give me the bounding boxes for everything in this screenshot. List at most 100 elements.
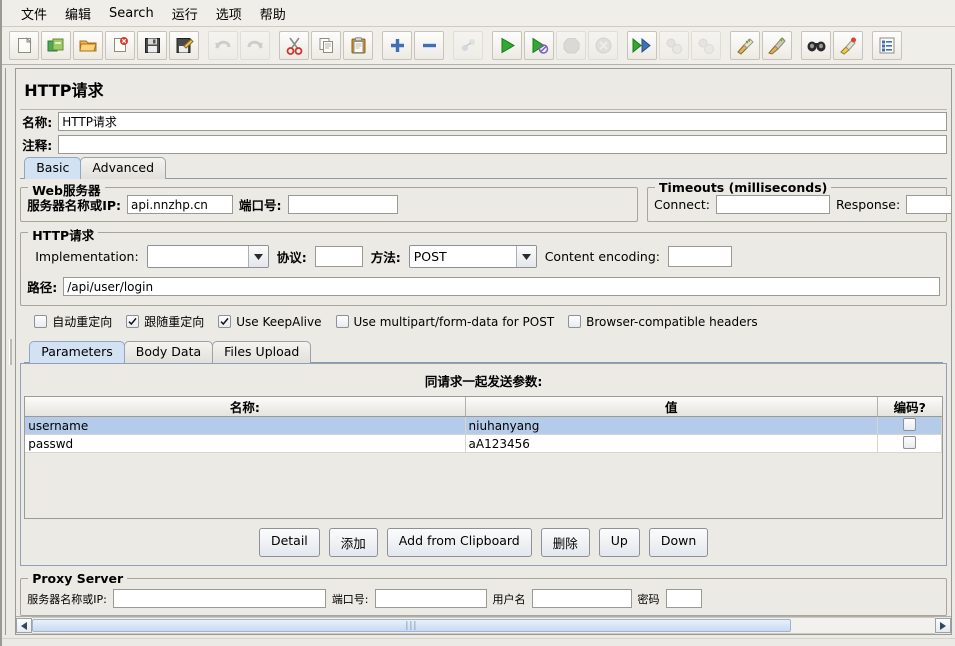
timeouts-group: Timeouts (milliseconds) Connect: Respons…	[647, 180, 952, 222]
redo-icon	[240, 31, 270, 60]
table-row[interactable]: username niuhanyang	[25, 416, 943, 435]
parameters-caption: 同请求一起发送参数:	[424, 374, 543, 389]
save-icon[interactable]	[137, 31, 167, 60]
remote-stop-all-icon	[659, 31, 689, 60]
templates-icon[interactable]	[41, 31, 71, 60]
cell-param-value[interactable]: aA123456	[465, 434, 878, 453]
checkbox-auto-redirect[interactable]: 自动重定向	[34, 313, 112, 330]
save-as-icon[interactable]	[169, 31, 199, 60]
add-from-clipboard-button[interactable]: Add from Clipboard	[386, 528, 532, 557]
tab-files-upload[interactable]: Files Upload	[212, 341, 312, 363]
scroll-right-icon[interactable]	[935, 618, 952, 633]
expand-all-icon[interactable]	[382, 31, 412, 60]
request-options-row: 自动重定向 跟随重定向 Use KeepAlive Use multipart/…	[20, 306, 947, 335]
tab-body-data[interactable]: Body Data	[123, 341, 214, 363]
cell-param-value[interactable]: niuhanyang	[465, 416, 878, 435]
remote-start-all-icon[interactable]	[627, 31, 657, 60]
tab-parameters[interactable]: Parameters	[29, 341, 125, 363]
reset-search-icon[interactable]	[833, 31, 863, 60]
checkbox-box[interactable]	[335, 315, 349, 328]
menu-file[interactable]: 文件	[12, 2, 56, 25]
tab-advanced[interactable]: Advanced	[80, 157, 167, 179]
scrollbar-track[interactable]: |||	[32, 617, 936, 634]
collapse-all-icon[interactable]	[414, 31, 444, 60]
protocol-input[interactable]	[314, 246, 363, 267]
parameters-table-wrap: 名称: 值 编码? username niuhanyang passwd aA1…	[24, 396, 944, 519]
connect-timeout-input[interactable]	[715, 195, 830, 214]
cell-param-name[interactable]: username	[25, 416, 466, 435]
http-request-group-title: HTTP请求	[28, 225, 99, 244]
method-select[interactable]: POST	[408, 245, 537, 268]
checkbox-box[interactable]	[34, 315, 48, 328]
checkbox-box[interactable]	[902, 435, 916, 449]
server-name-input[interactable]	[127, 195, 234, 214]
table-header-row: 名称: 值 编码?	[25, 397, 942, 417]
clear-icon[interactable]	[730, 31, 760, 60]
checkbox-label: Use KeepAlive	[236, 314, 322, 329]
column-header-encode[interactable]: 编码?	[877, 397, 942, 417]
cell-param-name[interactable]: passwd	[25, 434, 466, 453]
name-input[interactable]	[58, 112, 948, 131]
proxy-server-name-input[interactable]	[112, 589, 326, 608]
proxy-username-input[interactable]	[531, 589, 632, 608]
content-encoding-input[interactable]	[667, 246, 732, 267]
paste-icon[interactable]	[343, 31, 373, 60]
menu-edit[interactable]: 编辑	[56, 2, 100, 25]
function-helper-icon[interactable]	[872, 31, 902, 60]
checkbox-box[interactable]	[902, 417, 916, 431]
clear-all-icon[interactable]	[762, 31, 792, 60]
split-divider[interactable]	[6, 65, 16, 638]
add-button[interactable]: 添加	[328, 528, 378, 557]
column-header-value[interactable]: 值	[465, 397, 878, 417]
chevron-down-icon[interactable]	[247, 246, 268, 267]
menu-options[interactable]: 选项	[207, 2, 251, 25]
parameters-section: Parameters Body Data Files Upload 同请求一起发…	[20, 341, 948, 566]
checkbox-box[interactable]	[568, 315, 582, 328]
checkbox-box[interactable]	[126, 315, 140, 328]
table-row[interactable]: passwd aA123456	[25, 434, 943, 453]
tab-basic[interactable]: Basic	[24, 157, 82, 179]
proxy-password-input[interactable]	[665, 589, 702, 608]
port-input[interactable]	[287, 195, 398, 214]
down-button[interactable]: Down	[648, 528, 709, 557]
checkbox-multipart[interactable]: Use multipart/form-data for POST	[335, 315, 554, 329]
close-icon[interactable]	[105, 31, 135, 60]
menu-run[interactable]: 运行	[163, 2, 207, 25]
proxy-port-input[interactable]	[374, 589, 487, 608]
main-tabstrip: Basic Advanced	[16, 156, 951, 179]
start-icon[interactable]	[492, 31, 522, 60]
scroll-left-icon[interactable]	[16, 618, 33, 633]
implementation-select[interactable]	[146, 245, 269, 268]
new-icon[interactable]	[9, 31, 39, 60]
scrollbar-thumb[interactable]: |||	[32, 619, 791, 632]
proxy-username-label: 用户名	[492, 592, 526, 606]
chevron-down-icon[interactable]	[515, 246, 536, 267]
basic-tab-content: Web服务器 服务器名称或IP: 端口号: Timeouts (millisec…	[16, 179, 952, 616]
menu-help[interactable]: 帮助	[251, 2, 295, 25]
checkbox-box[interactable]	[218, 315, 232, 328]
cut-icon[interactable]	[279, 31, 309, 60]
detail-button[interactable]: Detail	[258, 528, 320, 557]
menu-search[interactable]: Search	[100, 4, 163, 23]
web-server-group-title: Web服务器	[28, 180, 105, 199]
comment-input[interactable]	[58, 135, 948, 154]
main-split: 测试计划 线程组 压力测试	[2, 65, 955, 638]
delete-button[interactable]: 删除	[540, 528, 590, 557]
checkbox-follow-redirects[interactable]: 跟随重定向	[126, 313, 204, 330]
search-icon[interactable]	[801, 31, 831, 60]
cell-param-encode[interactable]	[877, 434, 943, 453]
horizontal-scrollbar[interactable]: |||	[16, 616, 952, 634]
checkbox-browser-compatible-headers[interactable]: Browser-compatible headers	[568, 315, 758, 329]
column-header-name[interactable]: 名称:	[25, 397, 466, 417]
response-timeout-input[interactable]	[906, 195, 952, 214]
start-no-pauses-icon[interactable]	[524, 31, 554, 60]
cell-param-encode[interactable]	[877, 416, 943, 435]
copy-icon[interactable]	[311, 31, 341, 60]
checkbox-keepalive[interactable]: Use KeepAlive	[218, 314, 322, 329]
up-button[interactable]: Up	[598, 528, 640, 557]
checkbox-label: Browser-compatible headers	[586, 314, 758, 329]
menu-bar: 文件 编辑 Search 运行 选项 帮助	[2, 0, 955, 26]
path-label: 路径:	[27, 280, 58, 295]
open-icon[interactable]	[73, 31, 103, 60]
path-input[interactable]	[63, 277, 941, 296]
